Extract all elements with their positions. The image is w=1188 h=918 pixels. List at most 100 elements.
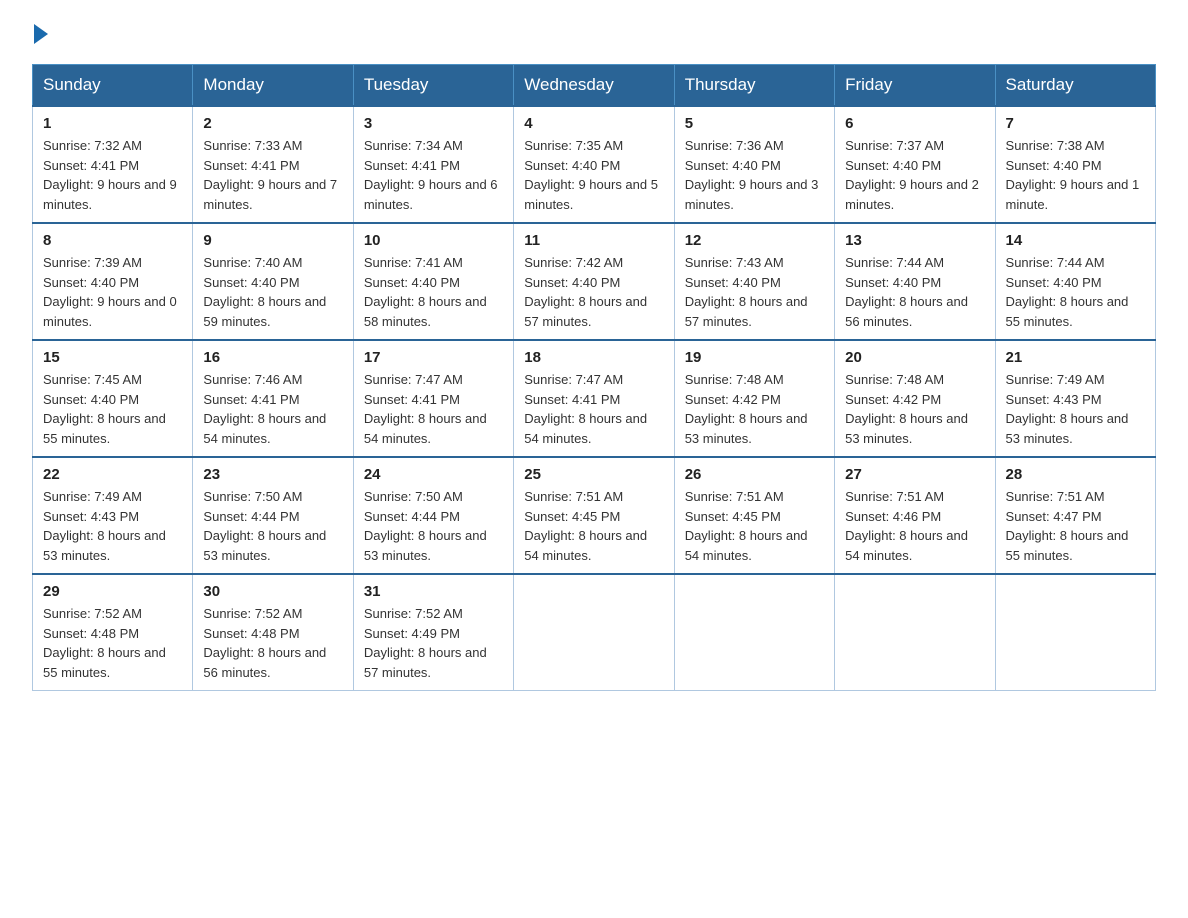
day-info: Sunrise: 7:52 AMSunset: 4:48 PMDaylight:… [43, 606, 166, 680]
day-info: Sunrise: 7:39 AMSunset: 4:40 PMDaylight:… [43, 255, 177, 329]
day-info: Sunrise: 7:49 AMSunset: 4:43 PMDaylight:… [43, 489, 166, 563]
calendar-day-cell [514, 574, 674, 691]
day-number: 20 [845, 349, 984, 366]
day-info: Sunrise: 7:49 AMSunset: 4:43 PMDaylight:… [1006, 372, 1129, 446]
calendar-day-header: Sunday [33, 65, 193, 107]
day-number: 11 [524, 232, 663, 249]
day-number: 17 [364, 349, 503, 366]
calendar-day-header: Monday [193, 65, 353, 107]
day-number: 21 [1006, 349, 1145, 366]
day-info: Sunrise: 7:35 AMSunset: 4:40 PMDaylight:… [524, 138, 658, 212]
calendar-day-cell [674, 574, 834, 691]
day-info: Sunrise: 7:46 AMSunset: 4:41 PMDaylight:… [203, 372, 326, 446]
day-info: Sunrise: 7:52 AMSunset: 4:48 PMDaylight:… [203, 606, 326, 680]
day-number: 16 [203, 349, 342, 366]
calendar-day-cell: 3 Sunrise: 7:34 AMSunset: 4:41 PMDayligh… [353, 106, 513, 223]
day-info: Sunrise: 7:34 AMSunset: 4:41 PMDaylight:… [364, 138, 498, 212]
calendar-day-cell: 23 Sunrise: 7:50 AMSunset: 4:44 PMDaylig… [193, 457, 353, 574]
calendar-day-cell: 29 Sunrise: 7:52 AMSunset: 4:48 PMDaylig… [33, 574, 193, 691]
calendar-day-header: Wednesday [514, 65, 674, 107]
day-info: Sunrise: 7:48 AMSunset: 4:42 PMDaylight:… [685, 372, 808, 446]
day-number: 4 [524, 115, 663, 132]
day-number: 19 [685, 349, 824, 366]
day-number: 14 [1006, 232, 1145, 249]
day-number: 18 [524, 349, 663, 366]
day-info: Sunrise: 7:38 AMSunset: 4:40 PMDaylight:… [1006, 138, 1140, 212]
day-info: Sunrise: 7:47 AMSunset: 4:41 PMDaylight:… [524, 372, 647, 446]
day-number: 26 [685, 466, 824, 483]
logo-arrow-icon [34, 24, 48, 44]
calendar-day-cell: 7 Sunrise: 7:38 AMSunset: 4:40 PMDayligh… [995, 106, 1155, 223]
calendar-day-cell: 20 Sunrise: 7:48 AMSunset: 4:42 PMDaylig… [835, 340, 995, 457]
day-number: 23 [203, 466, 342, 483]
day-info: Sunrise: 7:33 AMSunset: 4:41 PMDaylight:… [203, 138, 337, 212]
day-number: 31 [364, 583, 503, 600]
day-info: Sunrise: 7:48 AMSunset: 4:42 PMDaylight:… [845, 372, 968, 446]
calendar-day-cell: 22 Sunrise: 7:49 AMSunset: 4:43 PMDaylig… [33, 457, 193, 574]
day-info: Sunrise: 7:40 AMSunset: 4:40 PMDaylight:… [203, 255, 326, 329]
day-info: Sunrise: 7:50 AMSunset: 4:44 PMDaylight:… [364, 489, 487, 563]
calendar-day-cell: 21 Sunrise: 7:49 AMSunset: 4:43 PMDaylig… [995, 340, 1155, 457]
calendar-day-cell: 9 Sunrise: 7:40 AMSunset: 4:40 PMDayligh… [193, 223, 353, 340]
day-info: Sunrise: 7:51 AMSunset: 4:47 PMDaylight:… [1006, 489, 1129, 563]
calendar-table: SundayMondayTuesdayWednesdayThursdayFrid… [32, 64, 1156, 691]
day-number: 1 [43, 115, 182, 132]
calendar-day-cell: 6 Sunrise: 7:37 AMSunset: 4:40 PMDayligh… [835, 106, 995, 223]
day-number: 15 [43, 349, 182, 366]
calendar-day-cell: 26 Sunrise: 7:51 AMSunset: 4:45 PMDaylig… [674, 457, 834, 574]
calendar-day-cell [995, 574, 1155, 691]
day-number: 6 [845, 115, 984, 132]
day-info: Sunrise: 7:45 AMSunset: 4:40 PMDaylight:… [43, 372, 166, 446]
calendar-week-row: 1 Sunrise: 7:32 AMSunset: 4:41 PMDayligh… [33, 106, 1156, 223]
day-number: 2 [203, 115, 342, 132]
day-info: Sunrise: 7:32 AMSunset: 4:41 PMDaylight:… [43, 138, 177, 212]
day-number: 29 [43, 583, 182, 600]
day-number: 24 [364, 466, 503, 483]
calendar-day-cell: 30 Sunrise: 7:52 AMSunset: 4:48 PMDaylig… [193, 574, 353, 691]
calendar-day-cell: 24 Sunrise: 7:50 AMSunset: 4:44 PMDaylig… [353, 457, 513, 574]
calendar-day-cell: 31 Sunrise: 7:52 AMSunset: 4:49 PMDaylig… [353, 574, 513, 691]
calendar-week-row: 15 Sunrise: 7:45 AMSunset: 4:40 PMDaylig… [33, 340, 1156, 457]
day-info: Sunrise: 7:37 AMSunset: 4:40 PMDaylight:… [845, 138, 979, 212]
day-number: 13 [845, 232, 984, 249]
calendar-day-cell: 19 Sunrise: 7:48 AMSunset: 4:42 PMDaylig… [674, 340, 834, 457]
calendar-day-cell: 11 Sunrise: 7:42 AMSunset: 4:40 PMDaylig… [514, 223, 674, 340]
calendar-week-row: 29 Sunrise: 7:52 AMSunset: 4:48 PMDaylig… [33, 574, 1156, 691]
day-info: Sunrise: 7:42 AMSunset: 4:40 PMDaylight:… [524, 255, 647, 329]
day-info: Sunrise: 7:50 AMSunset: 4:44 PMDaylight:… [203, 489, 326, 563]
day-info: Sunrise: 7:41 AMSunset: 4:40 PMDaylight:… [364, 255, 487, 329]
day-info: Sunrise: 7:51 AMSunset: 4:45 PMDaylight:… [524, 489, 647, 563]
day-info: Sunrise: 7:52 AMSunset: 4:49 PMDaylight:… [364, 606, 487, 680]
day-info: Sunrise: 7:51 AMSunset: 4:45 PMDaylight:… [685, 489, 808, 563]
page-header [32, 24, 1156, 44]
day-info: Sunrise: 7:43 AMSunset: 4:40 PMDaylight:… [685, 255, 808, 329]
day-number: 5 [685, 115, 824, 132]
calendar-day-cell: 4 Sunrise: 7:35 AMSunset: 4:40 PMDayligh… [514, 106, 674, 223]
day-number: 8 [43, 232, 182, 249]
day-number: 3 [364, 115, 503, 132]
calendar-day-cell: 1 Sunrise: 7:32 AMSunset: 4:41 PMDayligh… [33, 106, 193, 223]
day-info: Sunrise: 7:51 AMSunset: 4:46 PMDaylight:… [845, 489, 968, 563]
calendar-day-cell: 15 Sunrise: 7:45 AMSunset: 4:40 PMDaylig… [33, 340, 193, 457]
day-info: Sunrise: 7:47 AMSunset: 4:41 PMDaylight:… [364, 372, 487, 446]
calendar-day-cell: 18 Sunrise: 7:47 AMSunset: 4:41 PMDaylig… [514, 340, 674, 457]
day-number: 9 [203, 232, 342, 249]
calendar-day-cell: 16 Sunrise: 7:46 AMSunset: 4:41 PMDaylig… [193, 340, 353, 457]
calendar-day-cell: 28 Sunrise: 7:51 AMSunset: 4:47 PMDaylig… [995, 457, 1155, 574]
day-info: Sunrise: 7:44 AMSunset: 4:40 PMDaylight:… [1006, 255, 1129, 329]
calendar-day-cell [835, 574, 995, 691]
day-number: 12 [685, 232, 824, 249]
calendar-day-cell: 14 Sunrise: 7:44 AMSunset: 4:40 PMDaylig… [995, 223, 1155, 340]
calendar-day-cell: 10 Sunrise: 7:41 AMSunset: 4:40 PMDaylig… [353, 223, 513, 340]
day-number: 27 [845, 466, 984, 483]
calendar-day-header: Saturday [995, 65, 1155, 107]
calendar-day-header: Friday [835, 65, 995, 107]
calendar-day-header: Tuesday [353, 65, 513, 107]
day-info: Sunrise: 7:36 AMSunset: 4:40 PMDaylight:… [685, 138, 819, 212]
day-number: 22 [43, 466, 182, 483]
day-info: Sunrise: 7:44 AMSunset: 4:40 PMDaylight:… [845, 255, 968, 329]
calendar-day-cell: 13 Sunrise: 7:44 AMSunset: 4:40 PMDaylig… [835, 223, 995, 340]
day-number: 30 [203, 583, 342, 600]
day-number: 7 [1006, 115, 1145, 132]
calendar-week-row: 8 Sunrise: 7:39 AMSunset: 4:40 PMDayligh… [33, 223, 1156, 340]
